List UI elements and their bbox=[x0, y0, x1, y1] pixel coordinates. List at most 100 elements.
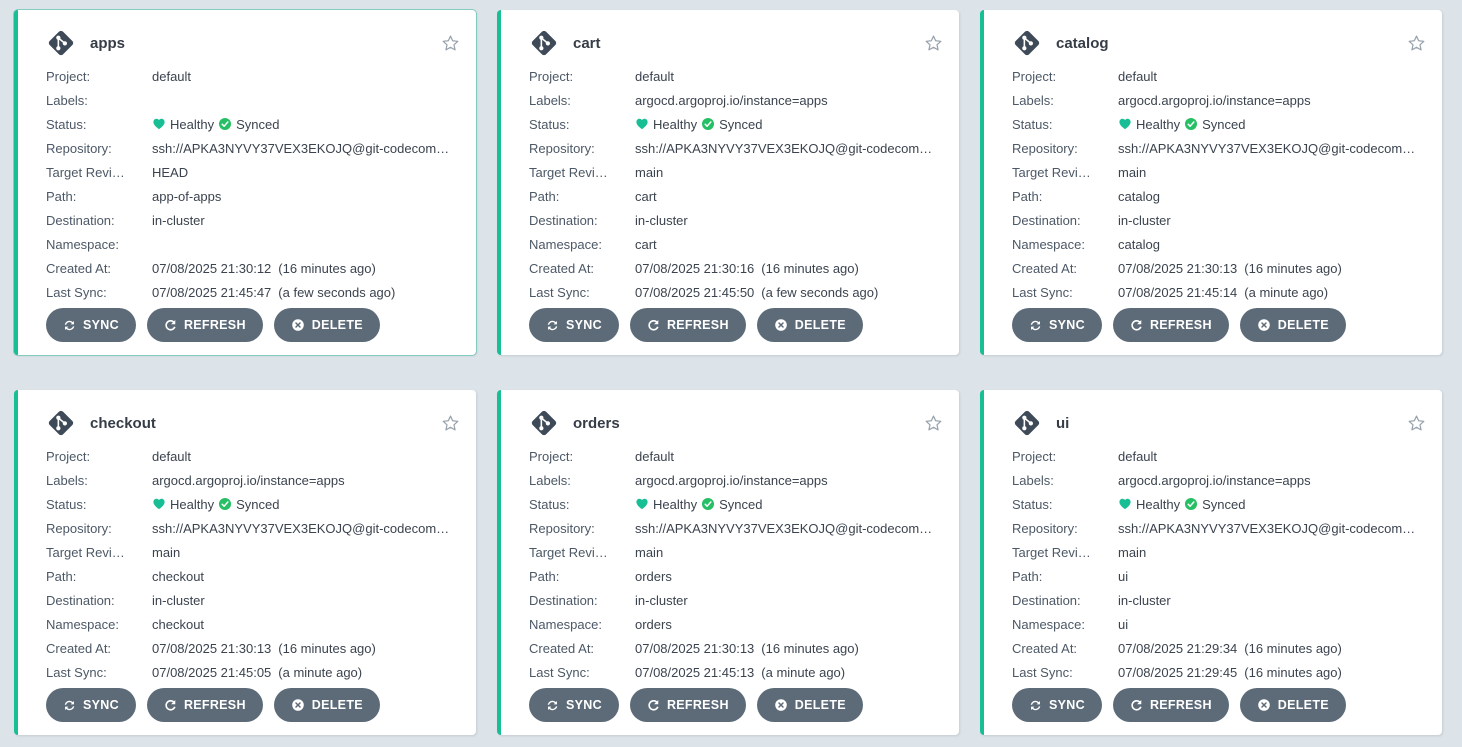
created-at-label: Created At: bbox=[1012, 641, 1118, 656]
application-card-catalog[interactable]: catalog Project: default Labels: argocd.… bbox=[980, 10, 1442, 355]
repository-label: Repository: bbox=[529, 141, 635, 156]
argo-application-icon bbox=[529, 28, 559, 58]
namespace-label: Namespace: bbox=[529, 237, 635, 252]
refresh-button[interactable]: REFRESH bbox=[630, 308, 746, 342]
favorite-star-icon[interactable] bbox=[1407, 414, 1426, 433]
favorite-star-icon[interactable] bbox=[924, 34, 943, 53]
application-name: ui bbox=[1056, 415, 1069, 432]
check-circle-synced-icon bbox=[701, 117, 715, 131]
project-row: Project: default bbox=[1012, 64, 1426, 88]
sync-button-label: SYNC bbox=[566, 698, 602, 712]
created-at-label: Created At: bbox=[529, 261, 635, 276]
delete-button[interactable]: DELETE bbox=[757, 688, 863, 722]
delete-button[interactable]: DELETE bbox=[1240, 308, 1346, 342]
check-circle-synced-icon bbox=[218, 497, 232, 511]
sync-arrows-icon bbox=[63, 319, 76, 332]
application-card-ui[interactable]: ui Project: default Labels: argocd.argop… bbox=[980, 390, 1442, 735]
redo-arrow-icon bbox=[1130, 699, 1143, 712]
times-circle-icon bbox=[774, 318, 788, 332]
namespace-label: Namespace: bbox=[46, 617, 152, 632]
created-at-row: Created At: 07/08/2025 21:30:13(16 minut… bbox=[46, 636, 460, 660]
status-value: Healthy Synced bbox=[1118, 497, 1245, 512]
path-value: app-of-apps bbox=[152, 189, 221, 204]
status-row: Status: Healthy Synced bbox=[1012, 492, 1426, 516]
created-at-row: Created At: 07/08/2025 21:30:13(16 minut… bbox=[529, 636, 943, 660]
delete-button[interactable]: DELETE bbox=[757, 308, 863, 342]
card-header: orders bbox=[529, 406, 943, 440]
namespace-label: Namespace: bbox=[46, 237, 152, 252]
refresh-button[interactable]: REFRESH bbox=[630, 688, 746, 722]
destination-label: Destination: bbox=[529, 593, 635, 608]
labels-row: Labels: argocd.argoproj.io/instance=apps bbox=[46, 468, 460, 492]
namespace-row: Namespace: orders bbox=[529, 612, 943, 636]
health-status-text: Healthy bbox=[1136, 497, 1180, 512]
status-label: Status: bbox=[529, 117, 635, 132]
refresh-button[interactable]: REFRESH bbox=[1113, 688, 1229, 722]
application-card-checkout[interactable]: checkout Project: default Labels: argocd… bbox=[14, 390, 476, 735]
application-card-apps[interactable]: apps Project: default Labels: Status: bbox=[14, 10, 476, 355]
delete-button[interactable]: DELETE bbox=[274, 688, 380, 722]
path-label: Path: bbox=[46, 189, 152, 204]
destination-label: Destination: bbox=[529, 213, 635, 228]
last-sync-row: Last Sync: 07/08/2025 21:45:47(a few sec… bbox=[46, 280, 460, 304]
application-name: orders bbox=[573, 415, 620, 432]
created-at-row: Created At: 07/08/2025 21:30:12(16 minut… bbox=[46, 256, 460, 280]
destination-row: Destination: in-cluster bbox=[529, 208, 943, 232]
sync-button-label: SYNC bbox=[1049, 698, 1085, 712]
card-actions: SYNC REFRESH DELETE bbox=[46, 688, 460, 722]
target-revision-row: Target Revi… main bbox=[529, 160, 943, 184]
labels-label: Labels: bbox=[46, 473, 152, 488]
heart-healthy-icon bbox=[1118, 117, 1132, 131]
refresh-button-label: REFRESH bbox=[184, 318, 246, 332]
sync-button-label: SYNC bbox=[83, 318, 119, 332]
sync-button[interactable]: SYNC bbox=[46, 308, 136, 342]
status-value: Healthy Synced bbox=[1118, 117, 1245, 132]
namespace-label: Namespace: bbox=[529, 617, 635, 632]
refresh-button[interactable]: REFRESH bbox=[147, 688, 263, 722]
refresh-button-label: REFRESH bbox=[184, 698, 246, 712]
refresh-button[interactable]: REFRESH bbox=[1113, 308, 1229, 342]
application-name: checkout bbox=[90, 415, 156, 432]
labels-value: argocd.argoproj.io/instance=apps bbox=[152, 473, 345, 488]
delete-button[interactable]: DELETE bbox=[274, 308, 380, 342]
sync-button[interactable]: SYNC bbox=[1012, 688, 1102, 722]
last-sync-relative: (16 minutes ago) bbox=[1244, 665, 1342, 680]
namespace-row: Namespace: catalog bbox=[1012, 232, 1426, 256]
favorite-star-icon[interactable] bbox=[1407, 34, 1426, 53]
application-card-cart[interactable]: cart Project: default Labels: argocd.arg… bbox=[497, 10, 959, 355]
health-status-text: Healthy bbox=[653, 117, 697, 132]
application-card-orders[interactable]: orders Project: default Labels: argocd.a… bbox=[497, 390, 959, 735]
path-label: Path: bbox=[46, 569, 152, 584]
sync-button[interactable]: SYNC bbox=[46, 688, 136, 722]
project-value: default bbox=[152, 449, 191, 464]
sync-button[interactable]: SYNC bbox=[1012, 308, 1102, 342]
created-at-relative: (16 minutes ago) bbox=[761, 641, 859, 656]
project-value: default bbox=[1118, 449, 1157, 464]
redo-arrow-icon bbox=[164, 699, 177, 712]
favorite-star-icon[interactable] bbox=[441, 34, 460, 53]
target-revision-row: Target Revi… main bbox=[1012, 160, 1426, 184]
sync-arrows-icon bbox=[63, 699, 76, 712]
target-revision-row: Target Revi… HEAD bbox=[46, 160, 460, 184]
sync-arrows-icon bbox=[546, 699, 559, 712]
path-label: Path: bbox=[1012, 189, 1118, 204]
favorite-star-icon[interactable] bbox=[441, 414, 460, 433]
path-row: Path: checkout bbox=[46, 564, 460, 588]
card-actions: SYNC REFRESH DELETE bbox=[46, 308, 460, 342]
path-label: Path: bbox=[1012, 569, 1118, 584]
favorite-star-icon[interactable] bbox=[924, 414, 943, 433]
sync-button[interactable]: SYNC bbox=[529, 688, 619, 722]
created-at-timestamp: 07/08/2025 21:29:34 bbox=[1118, 641, 1237, 656]
delete-button-label: DELETE bbox=[312, 698, 363, 712]
last-sync-value: 07/08/2025 21:29:45(16 minutes ago) bbox=[1118, 665, 1342, 680]
status-value: Healthy Synced bbox=[635, 497, 762, 512]
project-row: Project: default bbox=[1012, 444, 1426, 468]
refresh-button[interactable]: REFRESH bbox=[147, 308, 263, 342]
delete-button[interactable]: DELETE bbox=[1240, 688, 1346, 722]
sync-button[interactable]: SYNC bbox=[529, 308, 619, 342]
created-at-value: 07/08/2025 21:29:34(16 minutes ago) bbox=[1118, 641, 1342, 656]
delete-button-label: DELETE bbox=[1278, 318, 1329, 332]
destination-value: in-cluster bbox=[635, 213, 688, 228]
sync-button-label: SYNC bbox=[566, 318, 602, 332]
last-sync-relative: (a minute ago) bbox=[1244, 285, 1328, 300]
